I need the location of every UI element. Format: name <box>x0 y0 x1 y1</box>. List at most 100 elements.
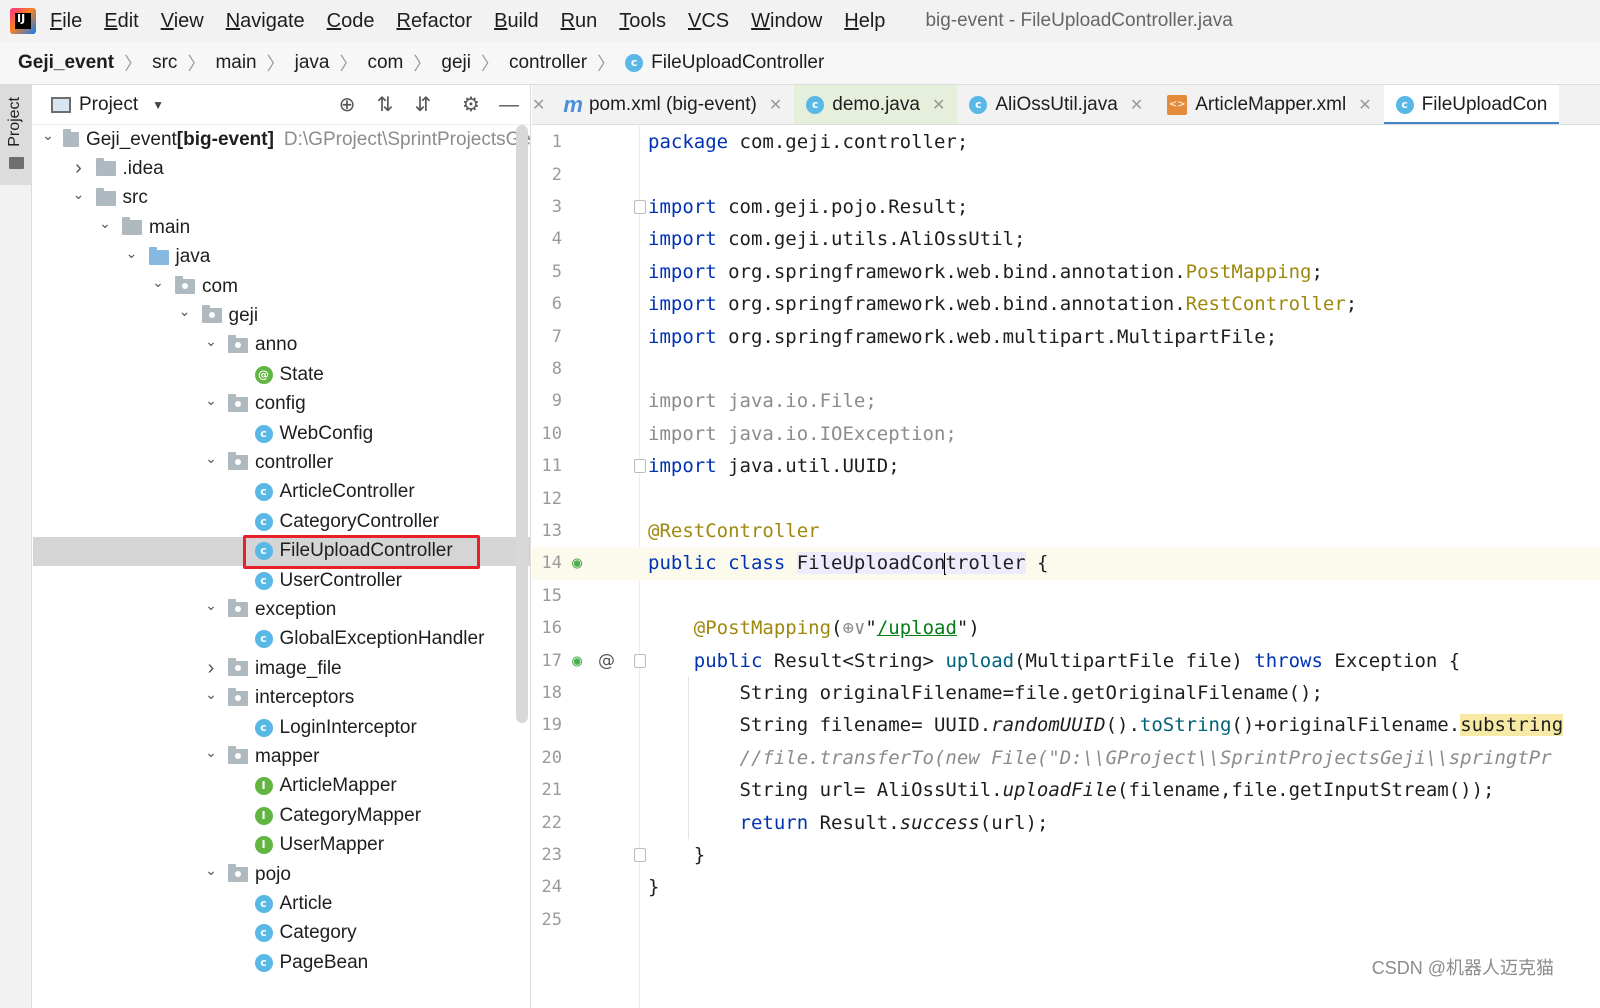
code-line[interactable]: 22 return Result.success(url); <box>532 806 1600 838</box>
breadcrumb-item-main[interactable]: main <box>215 52 256 74</box>
breadcrumb-item-src[interactable]: src <box>152 52 177 74</box>
code-line[interactable]: 1 package com.geji.controller; <box>532 126 1600 158</box>
code-line[interactable]: 5 import org.springframework.web.bind.ann… <box>532 256 1600 288</box>
breadcrumb-item-file[interactable]: FileUploadController <box>651 52 824 74</box>
chevron-down-icon[interactable]: ⌄ <box>202 450 220 467</box>
chevron-down-icon[interactable]: ⌄ <box>202 686 220 703</box>
tree-node[interactable]: ⌄ com <box>33 272 530 301</box>
code-line[interactable]: 6 import org.springframework.web.bind.ann… <box>532 288 1600 320</box>
chevron-down-icon[interactable]: ⌄ <box>202 333 220 350</box>
close-icon[interactable]: ✕ <box>1130 95 1143 115</box>
breadcrumb-item-com[interactable]: com <box>367 52 403 74</box>
menu-help[interactable]: Help <box>844 10 885 33</box>
chevron-down-icon[interactable]: ⌄ <box>202 744 220 761</box>
close-icon[interactable]: ✕ <box>769 95 782 115</box>
close-icon[interactable]: ✕ <box>1358 95 1371 115</box>
tree-node[interactable]: @ State <box>33 360 530 389</box>
menu-edit[interactable]: Edit <box>104 10 138 33</box>
editor-tab[interactable]: <> ArticleMapper.xml ✕ <box>1155 85 1383 124</box>
code-line[interactable]: 18 String originalFilename=file.getOrigi… <box>532 677 1600 709</box>
tree-node[interactable]: c Article <box>33 889 530 918</box>
spring-bean-icon[interactable]: ◉ <box>572 553 582 573</box>
breadcrumb-item-controller[interactable]: controller <box>509 52 587 74</box>
endpoint-icon[interactable]: @ <box>598 651 615 671</box>
chevron-down-icon[interactable]: ⌄ <box>41 127 55 144</box>
code-editor[interactable]: 1 package com.geji.controller; 2 3 import co… <box>532 126 1600 1008</box>
chevron-down-icon[interactable]: ⌄ <box>202 392 220 409</box>
tree-node[interactable]: ⌄ exception <box>33 595 530 624</box>
close-icon[interactable]: ✕ <box>932 95 945 115</box>
code-line[interactable]: 14 ◉ public class FileUploadController { <box>532 547 1600 580</box>
expand-all-icon[interactable]: ⇅ <box>373 93 397 117</box>
tree-node[interactable]: ⌄ interceptors <box>33 684 530 713</box>
menu-code[interactable]: Code <box>327 10 375 33</box>
editor-tab[interactable]: c FileUploadCon <box>1383 85 1560 124</box>
fold-marker-icon[interactable] <box>634 459 646 474</box>
tree-node[interactable]: c CategoryController <box>33 507 530 536</box>
code-line[interactable]: 13 @RestController <box>532 515 1600 547</box>
chevron-down-icon[interactable]: ⌄ <box>123 245 141 262</box>
code-line[interactable]: 9 import java.io.File; <box>532 385 1600 417</box>
code-line[interactable]: 21 String url= AliOssUtil.uploadFile(fil… <box>532 774 1600 806</box>
tree-node[interactable]: ⌄ mapper <box>33 742 530 771</box>
menu-file[interactable]: File <box>50 10 82 33</box>
menu-vcs[interactable]: VCS <box>688 10 729 33</box>
code-line[interactable]: 2 <box>532 158 1600 190</box>
menu-build[interactable]: Build <box>494 10 538 33</box>
tree-node[interactable]: ⌄ controller <box>33 448 530 477</box>
chevron-down-icon[interactable]: ⌄ <box>149 274 167 291</box>
editor-tab[interactable]: c demo.java ✕ <box>794 85 958 124</box>
code-line[interactable]: 16 @PostMapping(⊕∨"/upload") <box>532 612 1600 644</box>
code-line[interactable]: 11 import java.util.UUID; <box>532 450 1600 482</box>
project-tool-window-tab[interactable]: Project <box>0 85 32 185</box>
hide-panel-icon[interactable]: — <box>497 93 521 117</box>
tree-node[interactable]: c Category <box>33 919 530 948</box>
tree-node[interactable]: ⌄ config <box>33 390 530 419</box>
project-tree-scrollbar[interactable] <box>516 125 528 723</box>
fold-marker-icon[interactable] <box>634 199 646 214</box>
code-line[interactable]: 19 String filename= UUID.randomUUID().to… <box>532 709 1600 741</box>
chevron-down-icon[interactable]: ⌄ <box>202 862 220 879</box>
tree-node[interactable]: I CategoryMapper <box>33 801 530 830</box>
tree-node[interactable]: ⌄ pojo <box>33 860 530 889</box>
chevron-down-icon[interactable]: ⌄ <box>70 186 88 203</box>
close-icon[interactable]: ✕ <box>532 95 545 115</box>
chevron-right-icon[interactable]: › <box>202 657 220 680</box>
breadcrumb-item-geji[interactable]: geji <box>441 52 471 74</box>
tab-overflow[interactable]: ✕ <box>532 85 551 124</box>
menu-run[interactable]: Run <box>561 10 598 33</box>
tree-node[interactable]: I UserMapper <box>33 831 530 860</box>
tree-node[interactable]: c UserController <box>33 566 530 595</box>
tree-node[interactable]: c ArticleController <box>33 478 530 507</box>
tree-node[interactable]: c GlobalExceptionHandler <box>33 625 530 654</box>
tree-node[interactable]: c PageBean <box>33 948 530 977</box>
editor-tab[interactable]: c AliOssUtil.java ✕ <box>957 85 1155 124</box>
menu-view[interactable]: View <box>161 10 204 33</box>
code-line[interactable]: 25 <box>532 904 1600 936</box>
locate-file-icon[interactable]: ⊕ <box>335 93 359 117</box>
spring-bean-icon[interactable]: ◉ <box>572 651 582 671</box>
tree-node[interactable]: ⌄ java <box>33 243 530 272</box>
chevron-right-icon[interactable]: › <box>70 157 88 180</box>
chevron-down-icon[interactable]: ⌄ <box>176 303 194 320</box>
editor-tab[interactable]: m pom.xml (big-event) ✕ <box>551 85 794 124</box>
tree-node[interactable]: › .idea <box>33 154 530 183</box>
tree-node[interactable]: c LoginInterceptor <box>33 713 530 742</box>
collapse-all-icon[interactable]: ⇵ <box>411 93 435 117</box>
menu-refactor[interactable]: Refactor <box>396 10 472 33</box>
code-line[interactable]: 8 <box>532 353 1600 385</box>
tree-node[interactable]: ⌄ Geji_event [big-event] D:\GProject\Sprin… <box>33 125 530 154</box>
chevron-down-icon[interactable]: ⌄ <box>96 215 114 232</box>
project-panel-title[interactable]: Project <box>79 94 138 116</box>
code-line[interactable]: 23 } <box>532 839 1600 871</box>
code-line[interactable]: 20 //file.transferTo(new File("D:\\GProj… <box>532 742 1600 774</box>
code-line[interactable]: 10 import java.io.IOException; <box>532 418 1600 450</box>
fold-marker-icon[interactable] <box>634 847 646 862</box>
code-line[interactable]: 12 <box>532 482 1600 514</box>
menu-tools[interactable]: Tools <box>619 10 666 33</box>
code-line[interactable]: 15 <box>532 580 1600 612</box>
intellij-logo-icon[interactable]: IJ <box>10 8 36 34</box>
breadcrumb-item-project[interactable]: Geji_event <box>18 52 114 74</box>
tree-node[interactable]: ⌄ src <box>33 184 530 213</box>
breadcrumb-item-java[interactable]: java <box>295 52 330 74</box>
